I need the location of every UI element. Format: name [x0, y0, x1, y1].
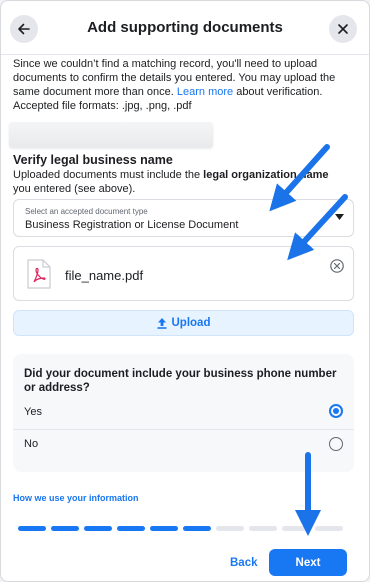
- progress-segment-complete: [18, 526, 46, 531]
- next-button[interactable]: Next: [269, 549, 347, 576]
- info-link[interactable]: How we use your information: [13, 493, 139, 503]
- progress-segment-complete: [183, 526, 211, 531]
- progress-bar: [18, 526, 343, 531]
- description-bold: legal organization name: [203, 169, 329, 181]
- upload-label: Upload: [171, 317, 211, 329]
- close-icon: [338, 24, 348, 34]
- upload-icon: [157, 317, 166, 329]
- progress-segment-complete: [117, 526, 145, 531]
- document-type-select[interactable]: Select an accepted document type Busines…: [13, 199, 354, 237]
- remove-circle-icon[interactable]: [330, 259, 344, 273]
- radio-selected[interactable]: [329, 404, 343, 418]
- progress-segment-pending: [282, 526, 310, 531]
- pdf-file-icon: [27, 259, 51, 289]
- file-name: file_name.pdf: [65, 268, 144, 283]
- select-value: Business Registration or License Documen…: [25, 219, 239, 231]
- back-button[interactable]: Back: [230, 557, 258, 569]
- add-documents-dialog: Add supporting documents Since we couldn…: [0, 0, 370, 582]
- option-label: No: [24, 438, 39, 450]
- progress-segment-pending: [216, 526, 244, 531]
- progress-segment-complete: [84, 526, 112, 531]
- option-no[interactable]: No: [13, 429, 354, 457]
- redacted-field: [9, 122, 213, 148]
- progress-segment-complete: [150, 526, 178, 531]
- radio-unselected[interactable]: [329, 437, 343, 451]
- progress-segment-pending: [315, 526, 343, 531]
- close-button[interactable]: [329, 15, 357, 43]
- section-description: Uploaded documents must include the lega…: [13, 168, 329, 196]
- section-title: Verify legal business name: [13, 153, 173, 167]
- progress-segment-complete: [51, 526, 79, 531]
- question-card: Did your document include your business …: [13, 354, 354, 472]
- description-part: you entered (see above).: [13, 183, 136, 195]
- option-yes[interactable]: Yes: [13, 399, 354, 425]
- question-text: Did your document include your business …: [24, 368, 337, 394]
- description-part: Uploaded documents must include the: [13, 169, 204, 181]
- progress-segment-pending: [249, 526, 277, 531]
- select-label: Select an accepted document type: [25, 207, 148, 216]
- dialog-title: Add supporting documents: [87, 19, 283, 36]
- dialog-header: Add supporting documents: [1, 1, 369, 55]
- learn-more-link[interactable]: Learn more: [177, 86, 233, 98]
- upload-button[interactable]: Upload: [13, 310, 354, 336]
- option-label: Yes: [24, 406, 42, 418]
- uploaded-file-card: file_name.pdf: [13, 246, 354, 301]
- caret-down-icon: [335, 214, 344, 220]
- intro-text: Since we couldn’t find a matching record…: [13, 57, 355, 113]
